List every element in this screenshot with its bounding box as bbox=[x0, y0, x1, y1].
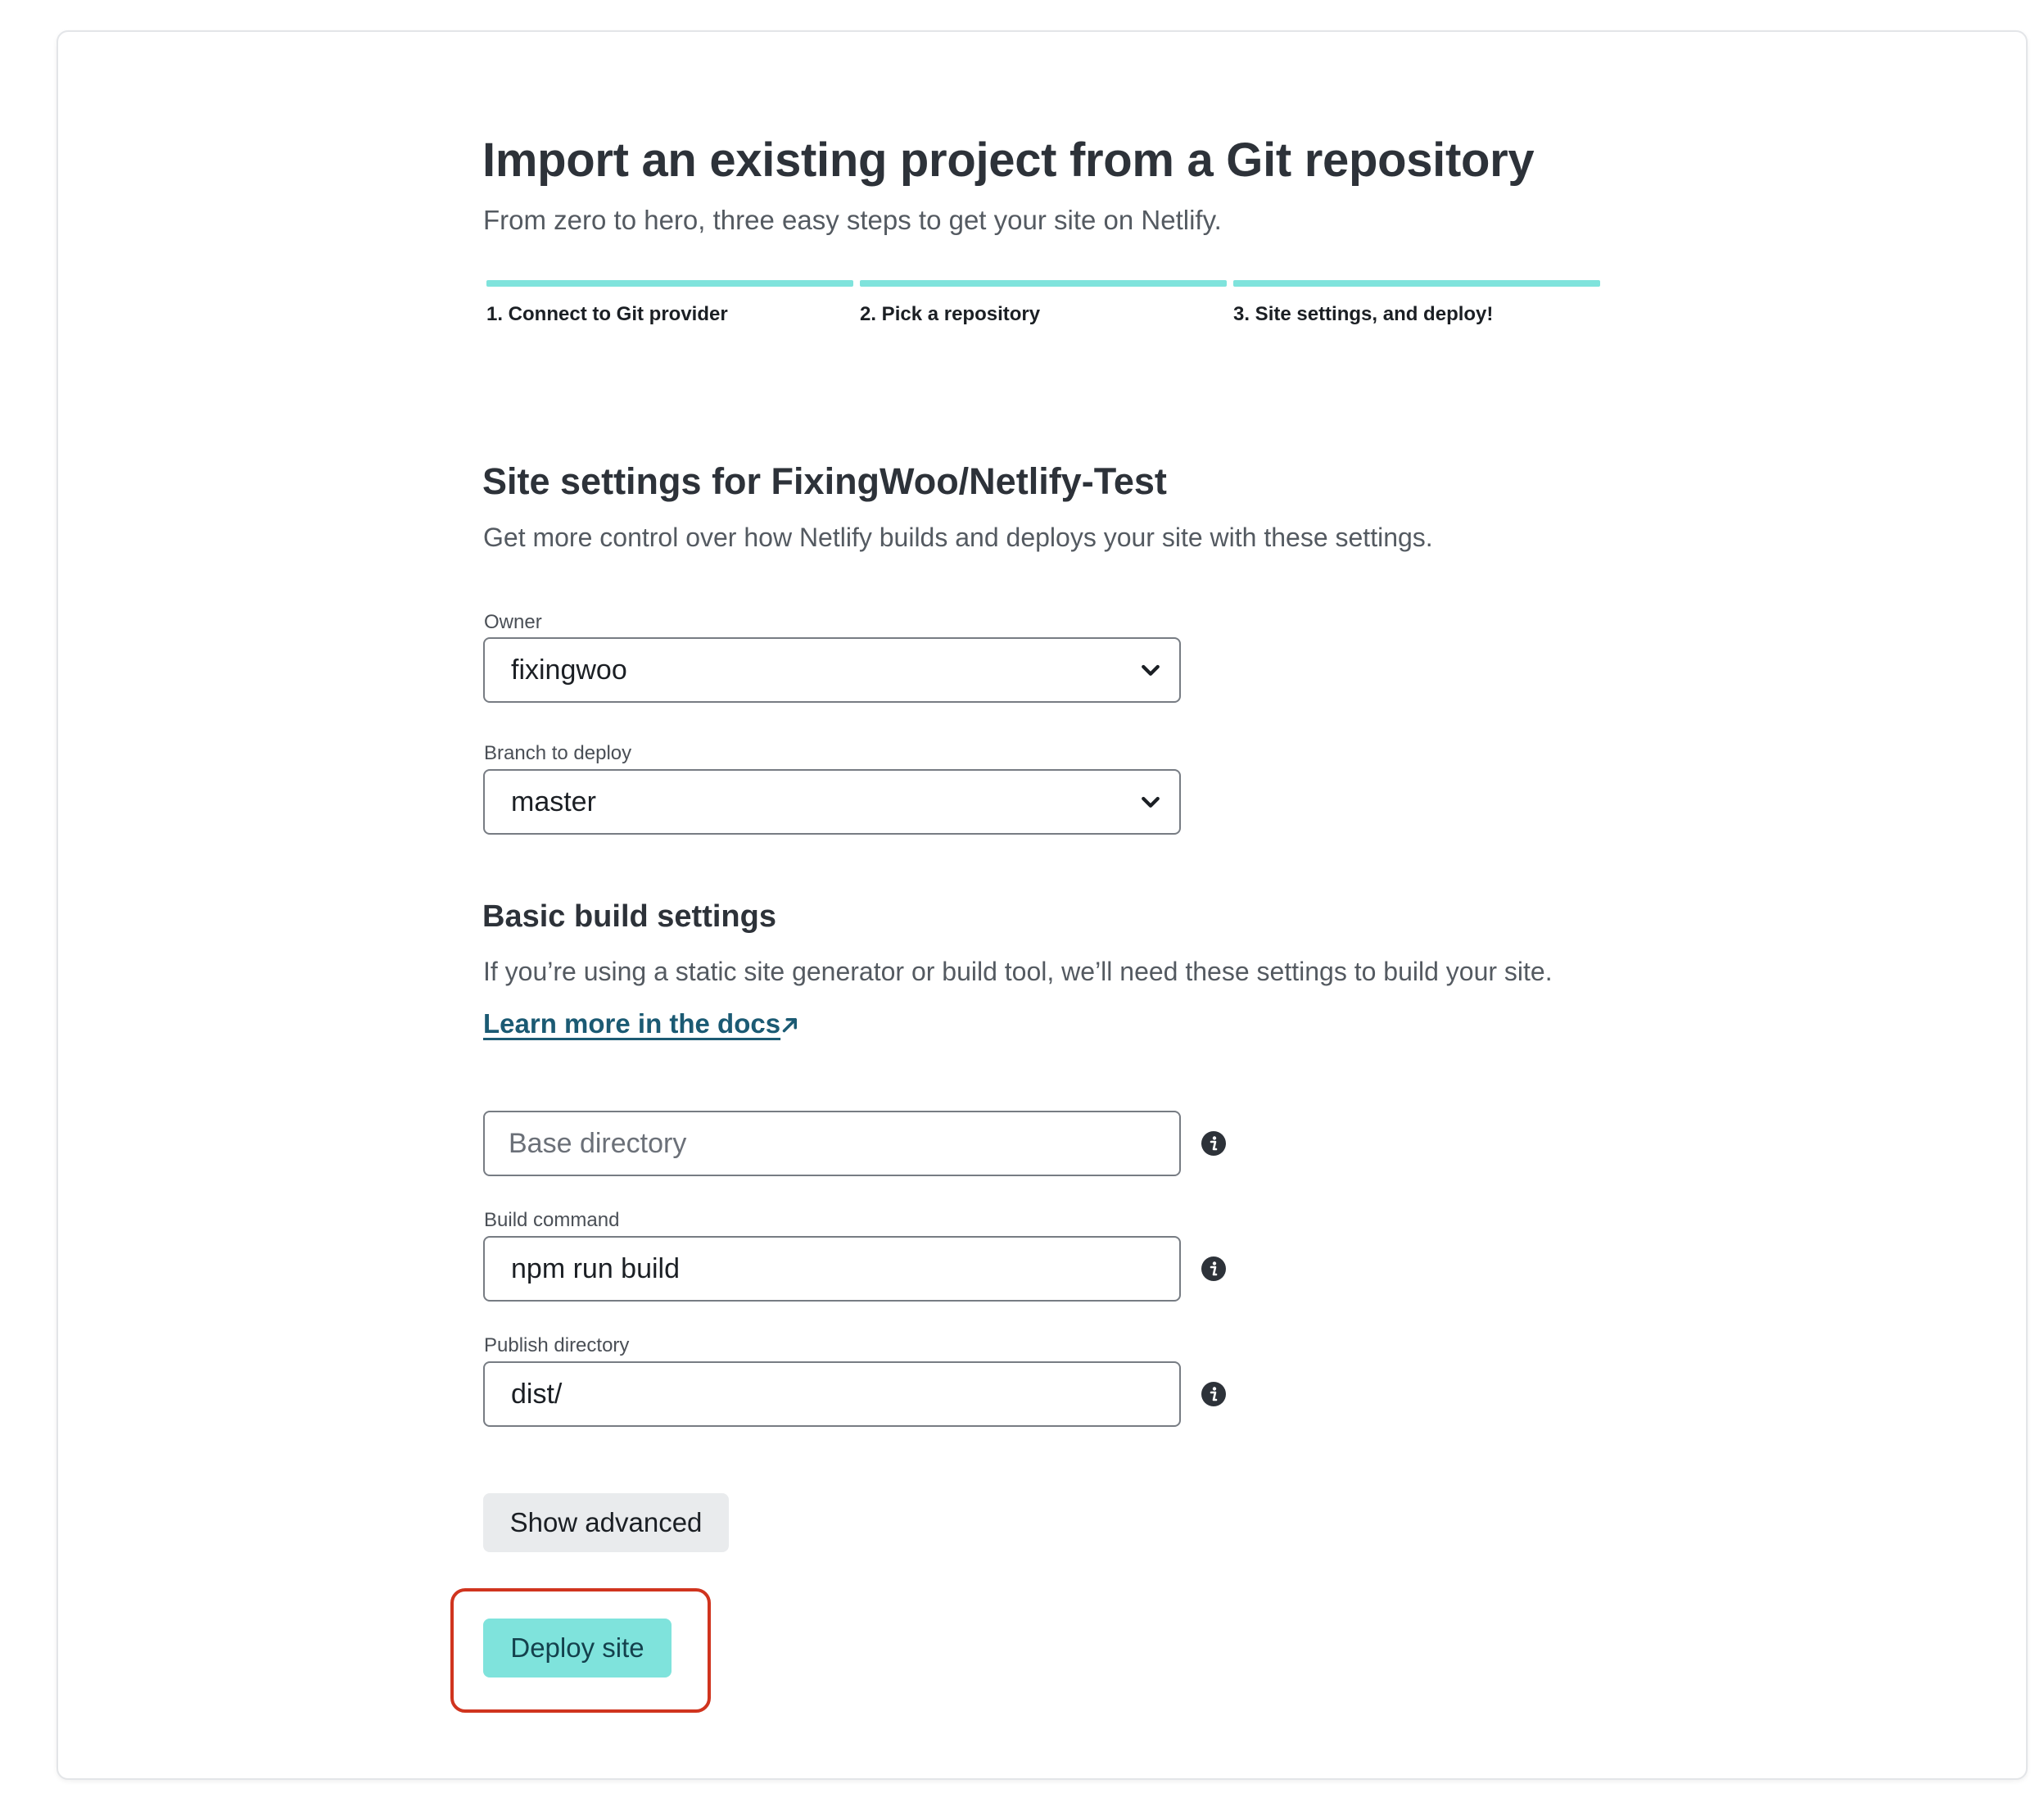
build-command-label: Build command bbox=[484, 1209, 620, 1231]
publish-directory-value: dist/ bbox=[511, 1378, 563, 1410]
build-settings-description: If you’re using a static site generator … bbox=[483, 957, 1553, 986]
info-icon[interactable] bbox=[1201, 1256, 1227, 1282]
step-1-label: 1. Connect to Git provider bbox=[486, 303, 728, 325]
step-3-label: 3. Site settings, and deploy! bbox=[1233, 303, 1494, 325]
chevron-down-icon bbox=[1142, 664, 1160, 676]
branch-select[interactable]: master bbox=[483, 769, 1181, 835]
build-command-input[interactable]: npm run build bbox=[483, 1236, 1181, 1302]
build-settings-heading: Basic build settings bbox=[482, 899, 776, 934]
step-1-progress-bar bbox=[486, 280, 853, 287]
info-icon[interactable] bbox=[1201, 1130, 1227, 1157]
base-directory-placeholder: Base directory bbox=[509, 1127, 687, 1159]
docs-link[interactable]: Learn more in the docs bbox=[483, 1008, 780, 1039]
step-2-label: 2. Pick a repository bbox=[860, 303, 1041, 325]
build-command-value: npm run build bbox=[511, 1252, 681, 1284]
step-3-progress-bar bbox=[1233, 280, 1600, 287]
publish-directory-input[interactable]: dist/ bbox=[483, 1361, 1181, 1427]
branch-label: Branch to deploy bbox=[484, 742, 632, 764]
owner-select[interactable]: fixingwoo bbox=[483, 637, 1181, 703]
external-link-icon[interactable] bbox=[778, 1012, 803, 1037]
publish-directory-label: Publish directory bbox=[484, 1334, 630, 1356]
show-advanced-button[interactable]: Show advanced bbox=[483, 1493, 729, 1552]
branch-select-value: master bbox=[511, 786, 596, 817]
site-settings-description: Get more control over how Netlify builds… bbox=[483, 523, 1433, 552]
base-directory-input[interactable]: Base directory bbox=[483, 1111, 1181, 1176]
deploy-site-button[interactable]: Deploy site bbox=[483, 1619, 672, 1677]
site-settings-heading: Site settings for FixingWoo/Netlify-Test bbox=[482, 460, 1167, 502]
info-icon[interactable] bbox=[1201, 1381, 1227, 1407]
page-title: Import an existing project from a Git re… bbox=[482, 134, 1535, 187]
step-2-progress-bar bbox=[860, 280, 1227, 287]
chevron-down-icon bbox=[1142, 796, 1160, 808]
owner-label: Owner bbox=[484, 611, 542, 633]
owner-select-value: fixingwoo bbox=[511, 654, 627, 686]
main-card bbox=[57, 30, 2028, 1780]
page-subtitle: From zero to hero, three easy steps to g… bbox=[483, 205, 1222, 235]
